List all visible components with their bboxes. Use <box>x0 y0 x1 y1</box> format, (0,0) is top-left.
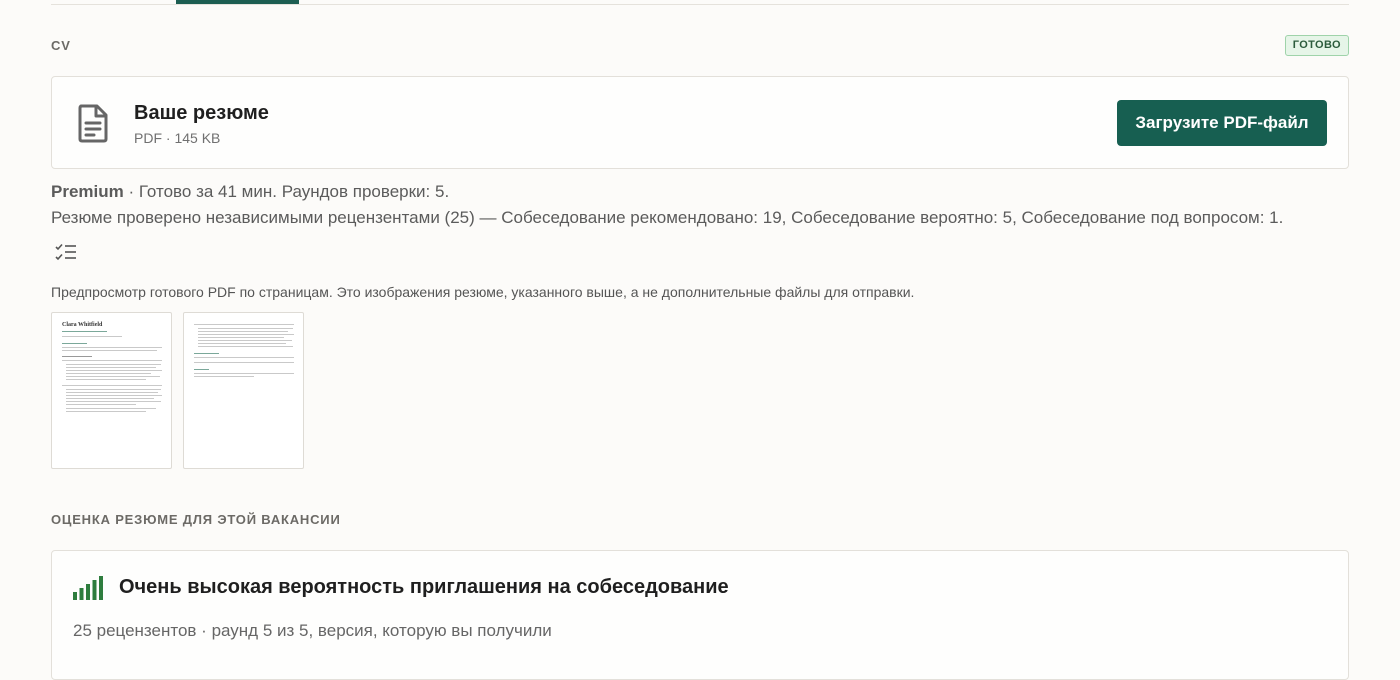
status-badge: ГОТОВО <box>1284 35 1349 56</box>
document-icon <box>78 104 108 143</box>
file-title: Ваше резюме <box>134 102 269 124</box>
summary-line-1: Premium · Готово за 41 мин. Раундов пров… <box>51 182 449 202</box>
score-title: Очень высокая вероятность приглашения на… <box>119 576 729 598</box>
signal-bar <box>86 584 90 600</box>
pdf-page-thumbnail[interactable]: Clara Whitfield <box>51 312 172 469</box>
resume-file-card: Ваше резюме PDF · 145 KB Загрузите PDF-ф… <box>51 76 1349 169</box>
section-title-score: ОЦЕНКА РЕЗЮМЕ ДЛЯ ЭТОЙ ВАКАНСИИ <box>51 512 341 527</box>
upload-pdf-button[interactable]: Загрузите PDF-файл <box>1117 100 1327 146</box>
checklist-icon[interactable] <box>55 243 77 263</box>
signal-bar <box>92 580 97 600</box>
section-title-cv: CV <box>51 38 71 53</box>
plan-tier: Premium <box>51 182 124 201</box>
score-card: Очень высокая вероятность приглашения на… <box>51 550 1349 680</box>
summary-line-2: Резюме проверено независимыми рецензента… <box>51 208 1284 227</box>
signal-bar <box>73 592 77 600</box>
signal-bar <box>99 576 103 600</box>
signal-bars-icon <box>73 576 103 600</box>
pdf-page-thumbnail[interactable] <box>183 312 304 469</box>
signal-bar <box>79 588 84 600</box>
score-subtitle: 25 рецензентов · раунд 5 из 5, версия, к… <box>73 621 552 640</box>
thumbnail-name: Clara Whitfield <box>62 322 103 328</box>
summary-details: · Готово за 41 мин. Раундов проверки: 5. <box>123 182 450 201</box>
preview-note: Предпросмотр готового PDF по страницам. … <box>51 284 915 300</box>
file-meta: PDF · 145 KB <box>134 130 221 146</box>
active-tab-indicator[interactable] <box>176 0 299 4</box>
